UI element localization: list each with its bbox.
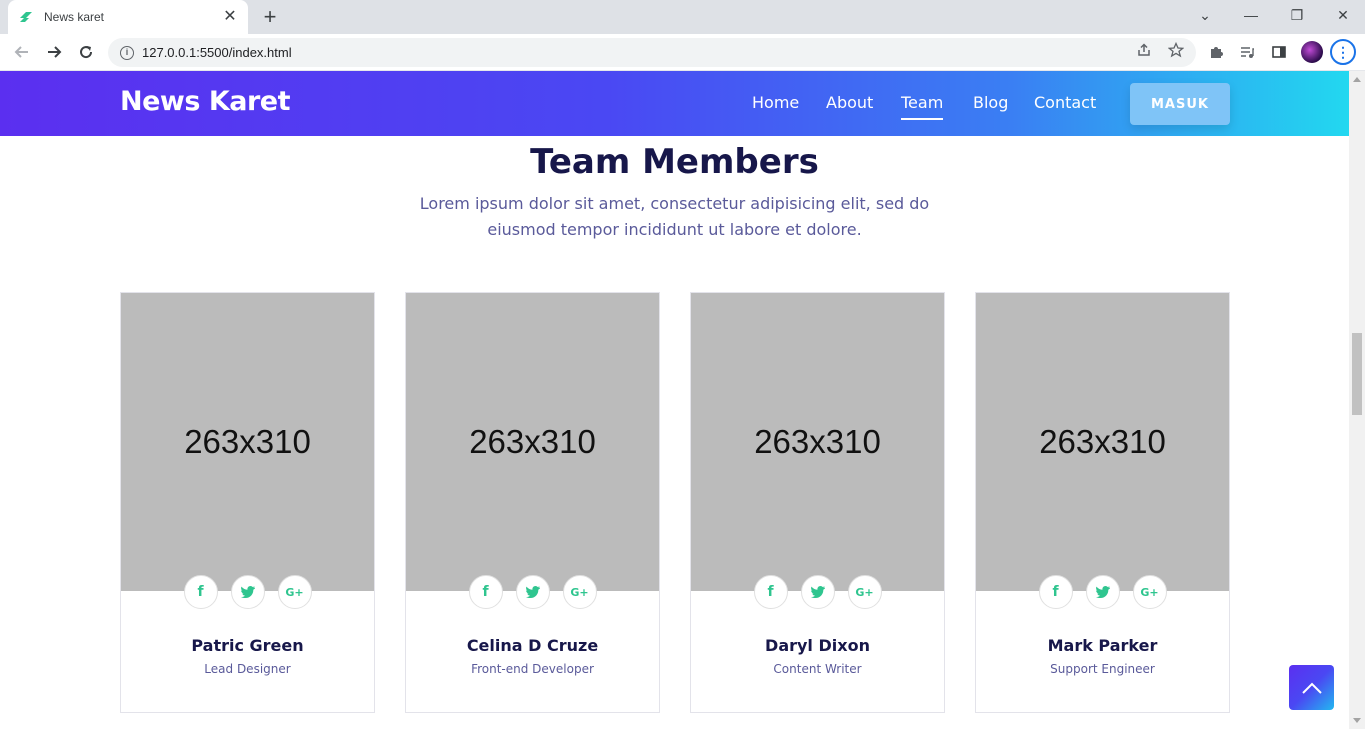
browser-menu-button[interactable]: ⋮ [1330,39,1356,65]
nav-home[interactable]: Home [752,93,799,112]
facebook-icon[interactable]: f [1038,575,1073,609]
reload-button[interactable] [72,38,100,66]
google-plus-icon[interactable]: G+ [562,575,597,609]
member-role: Support Engineer [1050,662,1155,676]
restore-button[interactable]: ❐ [1274,0,1320,30]
back-button[interactable] [8,38,36,66]
masuk-button[interactable]: MASUK [1130,83,1230,125]
member-photo-placeholder: 263x310 [691,293,944,591]
social-links: f G+ [406,575,659,609]
social-links: f G+ [691,575,944,609]
extensions-puzzle-icon[interactable] [1206,42,1226,62]
member-role: Content Writer [773,662,862,676]
member-role: Front-end Developer [471,662,594,676]
google-plus-icon[interactable]: G+ [1132,575,1167,609]
reload-icon [80,46,93,59]
share-icon[interactable] [1132,38,1156,62]
tab-search-icon[interactable]: ⌄ [1182,0,1228,30]
profile-avatar[interactable] [1301,41,1323,63]
site-header: News Karet Home About Team Blog Contact … [0,71,1349,136]
page-viewport: News Karet Home About Team Blog Contact … [0,71,1349,729]
member-photo-placeholder: 263x310 [976,293,1229,591]
site-logo[interactable]: News Karet [120,86,291,117]
team-card: 263x310 f G+ Mark Parker Support Enginee… [975,292,1230,713]
member-photo-placeholder: 263x310 [406,293,659,591]
new-tab-button[interactable]: + [258,5,282,29]
close-window-button[interactable]: ✕ [1320,0,1365,30]
section-title: Team Members [530,142,819,182]
scroll-to-top-button[interactable] [1289,665,1334,710]
google-plus-icon[interactable]: G+ [847,575,882,609]
member-name: Celina D Cruze [466,636,599,655]
section-subtitle: Lorem ipsum dolor sit amet, consectetur … [419,194,930,239]
browser-tab[interactable]: News karet ✕ [8,0,248,34]
facebook-icon[interactable]: f [183,575,218,609]
scroll-up-arrow-icon[interactable] [1353,77,1361,82]
member-name: Mark Parker [1047,636,1158,655]
twitter-icon[interactable] [515,575,550,609]
team-card: 263x310 f G+ Patric Green Lead Designer [120,292,375,713]
team-card: 263x310 f G+ Daryl Dixon Content Writer [690,292,945,713]
member-name: Patric Green [191,636,304,655]
tab-close-icon[interactable]: ✕ [222,9,238,25]
facebook-icon[interactable]: f [753,575,788,609]
social-links: f G+ [976,575,1229,609]
media-playlist-icon[interactable] [1237,42,1257,62]
facebook-icon[interactable]: f [468,575,503,609]
minimize-button[interactable]: — [1228,0,1274,30]
nav-blog[interactable]: Blog [973,93,1008,112]
twitter-icon[interactable] [800,575,835,609]
member-photo-placeholder: 263x310 [121,293,374,591]
google-plus-icon[interactable]: G+ [277,575,312,609]
address-bar[interactable]: i 127.0.0.1:5500/index.html [108,38,1196,67]
chevron-up-icon [1301,682,1322,694]
twitter-icon[interactable] [1085,575,1120,609]
browser-tab-bar: News karet ✕ + ⌄ — ❐ ✕ [0,0,1365,34]
page-scrollbar[interactable] [1349,71,1365,729]
bookmark-star-icon[interactable] [1164,38,1188,62]
back-arrow-icon [14,46,28,58]
nav-team[interactable]: Team [901,93,944,120]
forward-button[interactable] [40,38,68,66]
twitter-icon[interactable] [230,575,265,609]
social-links: f G+ [121,575,374,609]
browser-toolbar: i 127.0.0.1:5500/index.html [0,34,1365,71]
url-text: 127.0.0.1:5500/index.html [142,45,292,60]
member-role: Lead Designer [204,662,291,676]
tab-title: News karet [44,10,105,24]
forward-arrow-icon [48,46,62,58]
site-favicon-icon [18,9,34,25]
nav-contact[interactable]: Contact [1034,93,1096,112]
site-info-icon[interactable]: i [120,45,134,60]
member-name: Daryl Dixon [765,636,870,655]
side-panel-icon[interactable] [1269,42,1289,62]
scrollbar-thumb[interactable] [1352,333,1362,415]
scroll-down-arrow-icon[interactable] [1353,718,1361,723]
nav-about[interactable]: About [826,93,873,112]
team-card: 263x310 f G+ Celina D Cruze Front-end De… [405,292,660,713]
